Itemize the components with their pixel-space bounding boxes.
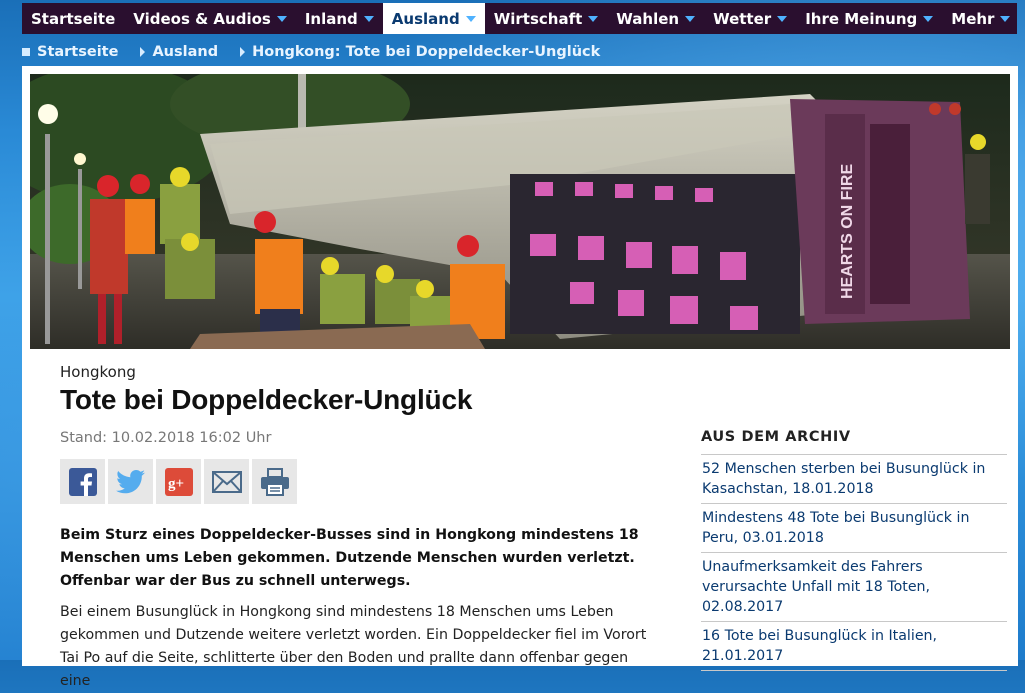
chevron-down-icon: [276, 15, 287, 22]
nav-label: Wirtschaft: [493, 9, 583, 28]
nav-label: Wetter: [713, 9, 772, 28]
article-dateline: Stand: 10.02.2018 16:02 Uhr: [60, 430, 272, 446]
nav-item-wahlen[interactable]: Wahlen: [607, 3, 704, 34]
share-bar: g+: [60, 459, 297, 504]
archive-title: AUS DEM ARCHIV: [701, 429, 851, 445]
svg-text:g+: g+: [168, 476, 184, 492]
nav-label: Inland: [304, 9, 358, 28]
nav-label: Mehr: [951, 9, 995, 28]
nav-label: Wahlen: [616, 9, 680, 28]
nav-label: Startseite: [31, 9, 116, 28]
nav-label: Ausland: [391, 9, 460, 28]
archive-link[interactable]: Mindestens 48 Tote bei Busunglück in Per…: [701, 503, 1007, 552]
chevron-down-icon: [363, 15, 374, 22]
main-navigation: Startseite Videos & Audios Inland Auslan…: [22, 3, 1017, 34]
hero-image: HEARTS ON FIRE: [30, 74, 1010, 349]
nav-label: Videos & Audios: [133, 9, 271, 28]
share-twitter-button[interactable]: [108, 459, 153, 504]
home-square-icon: [22, 48, 30, 56]
breadcrumb-startseite[interactable]: Startseite: [37, 44, 118, 60]
article-kicker: Hongkong: [60, 363, 136, 381]
nav-item-wirtschaft[interactable]: Wirtschaft: [485, 3, 608, 34]
facebook-icon: [68, 467, 97, 496]
share-facebook-button[interactable]: [60, 459, 105, 504]
nav-item-videos-audios[interactable]: Videos & Audios: [124, 3, 296, 34]
chevron-down-icon: [777, 15, 788, 22]
nav-item-mehr[interactable]: Mehr: [942, 3, 1019, 34]
mail-icon: [211, 470, 242, 493]
article-container: HEARTS ON FIRE Hongkong Tote bei Doppeld…: [22, 66, 1018, 689]
print-icon: [260, 467, 289, 496]
article-headline: Tote bei Doppeldecker-Unglück: [60, 384, 473, 415]
share-googleplus-button[interactable]: g+: [156, 459, 201, 504]
share-print-button[interactable]: [252, 459, 297, 504]
archive-link[interactable]: 52 Menschen sterben bei Busunglück in Ka…: [701, 454, 1007, 503]
googleplus-icon: g+: [164, 467, 193, 496]
twitter-icon: [115, 469, 145, 493]
nav-item-startseite[interactable]: Startseite: [22, 3, 124, 34]
chevron-right-icon: [140, 47, 146, 57]
chevron-down-icon: [588, 15, 599, 22]
breadcrumb-ausland[interactable]: Ausland: [152, 44, 218, 60]
nav-item-ihre-meinung[interactable]: Ihre Meinung: [796, 3, 942, 34]
archive-box: AUS DEM ARCHIV 52 Menschen sterben bei B…: [701, 429, 1007, 671]
article-body: Bei einem Busunglück in Hongkong sind mi…: [60, 604, 647, 689]
nav-label: Ihre Meinung: [805, 9, 918, 28]
article-lead: Beim Sturz eines Doppeldecker-Busses sin…: [60, 527, 639, 589]
chevron-down-icon: [685, 15, 696, 22]
archive-link[interactable]: Unaufmerksamkeit des Fahrers verursachte…: [701, 552, 1007, 621]
breadcrumb-current[interactable]: Hongkong: Tote bei Doppeldecker-Unglück: [252, 44, 600, 60]
chevron-down-icon: [465, 15, 476, 22]
chevron-down-icon: [1000, 15, 1011, 22]
share-mail-button[interactable]: [204, 459, 249, 504]
breadcrumb: Startseite Ausland Hongkong: Tote bei Do…: [22, 42, 600, 62]
nav-item-ausland[interactable]: Ausland: [382, 3, 485, 34]
bus-ad-text: HEARTS ON FIRE: [839, 164, 856, 299]
chevron-right-icon: [240, 47, 246, 57]
bus-accident-photo: HEARTS ON FIRE: [30, 74, 1010, 349]
chevron-down-icon: [923, 15, 934, 22]
archive-link[interactable]: 16 Tote bei Busunglück in Italien, 21.01…: [701, 621, 1007, 671]
nav-item-wetter[interactable]: Wetter: [704, 3, 796, 34]
nav-item-inland[interactable]: Inland: [296, 3, 383, 34]
